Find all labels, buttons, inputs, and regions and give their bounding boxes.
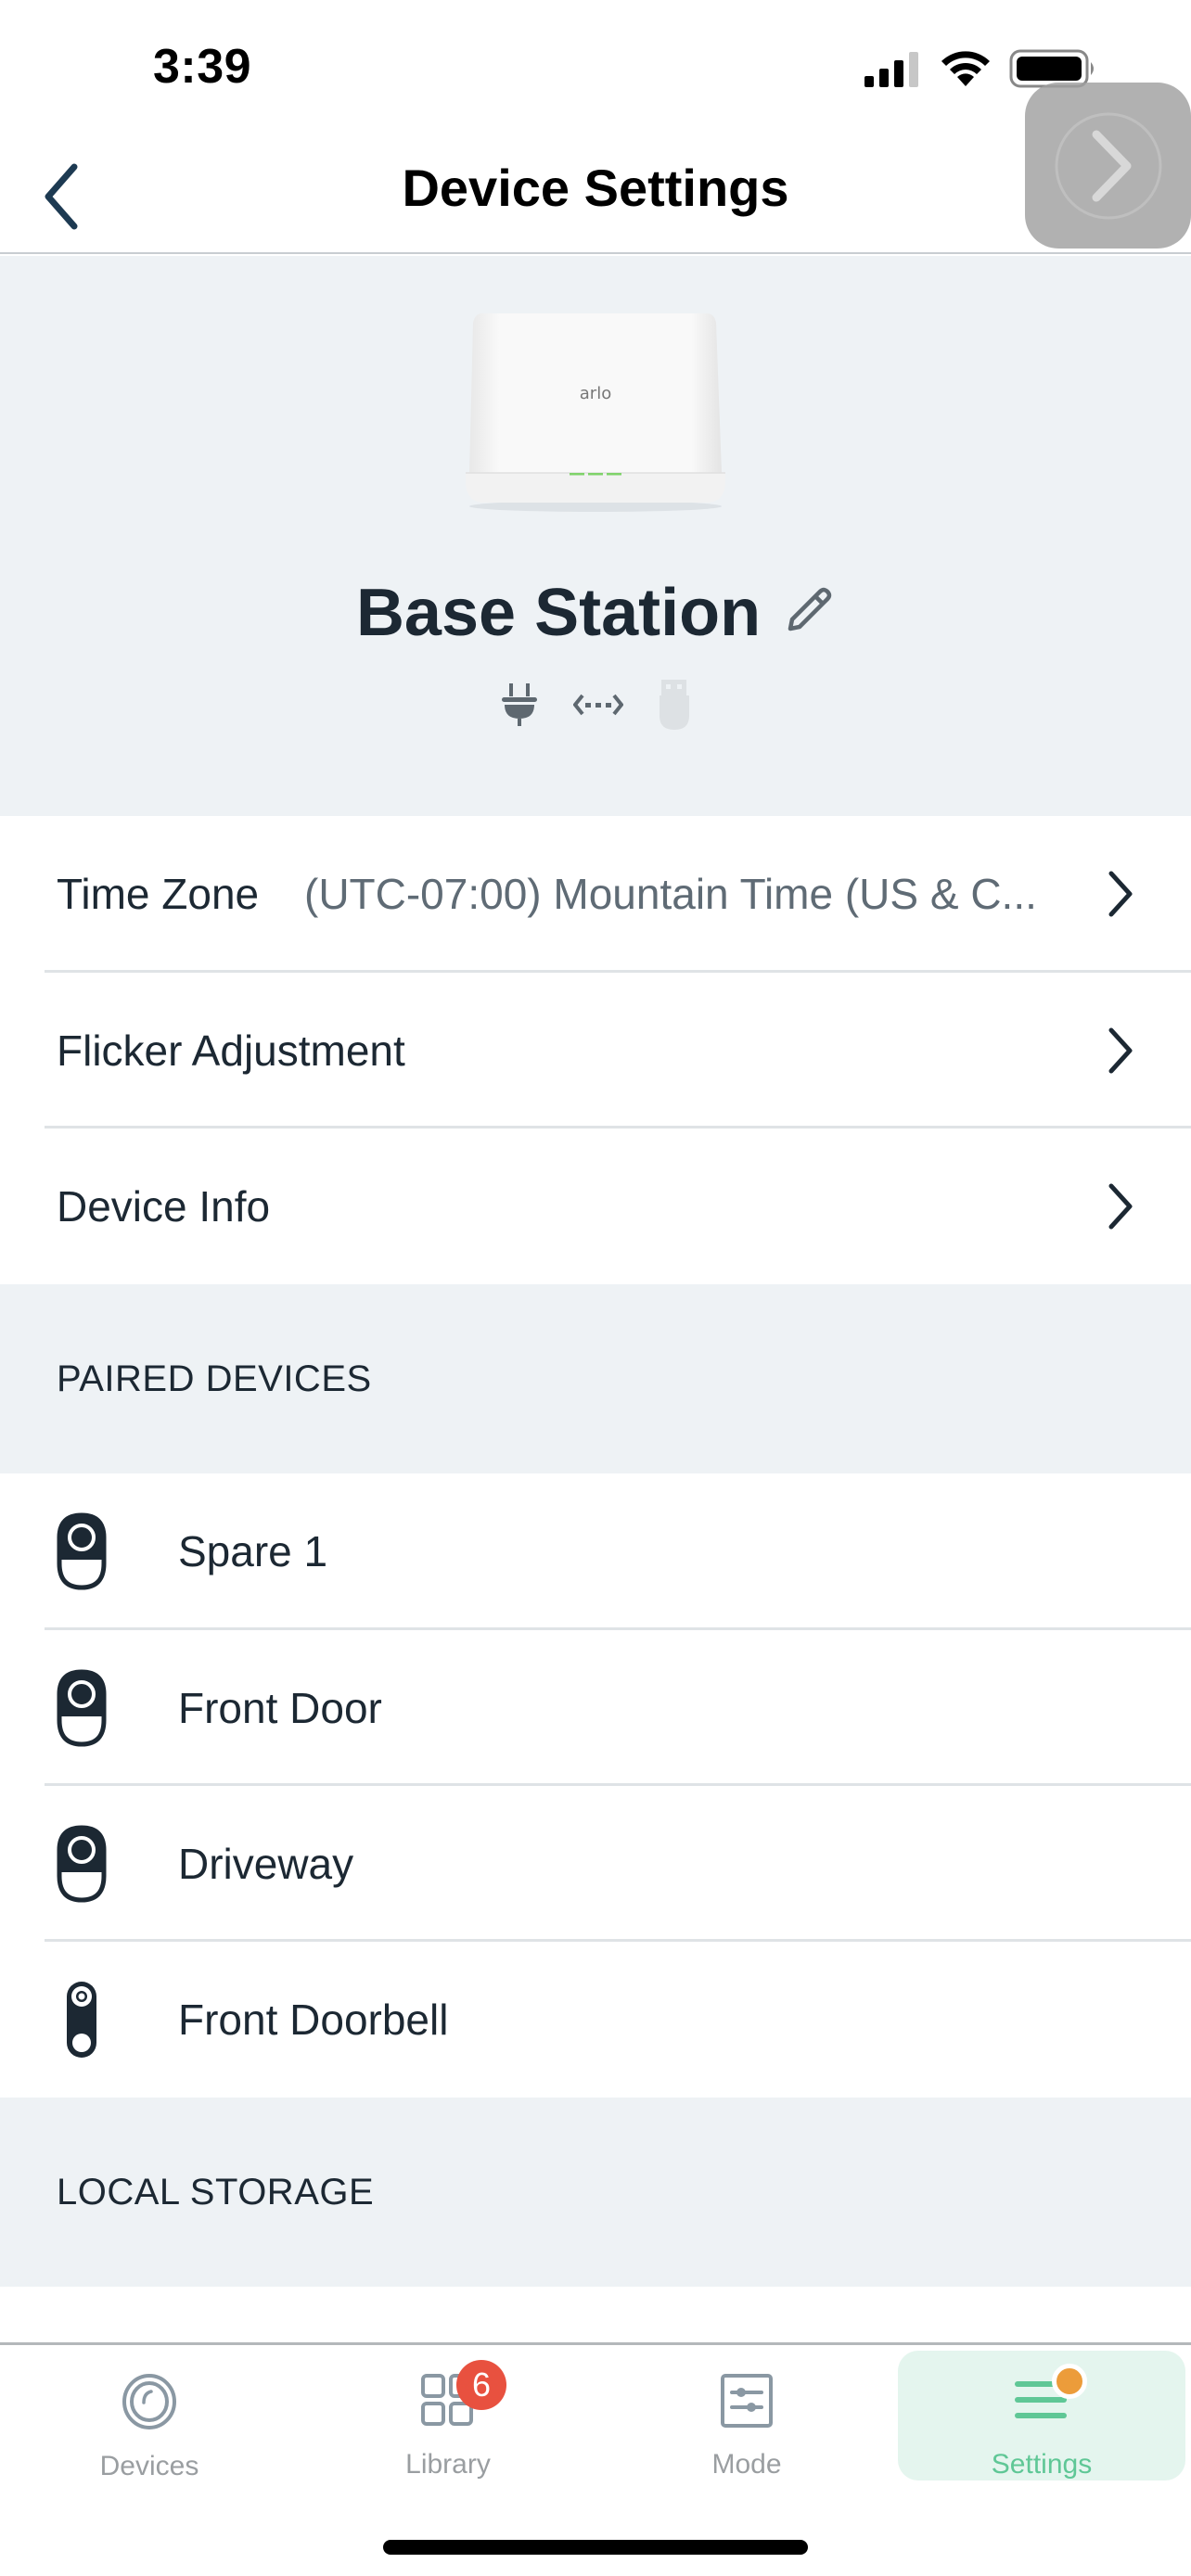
paired-device-row[interactable]: Front Doorbell [0, 1942, 1191, 2098]
home-indicator [383, 2540, 808, 2555]
flicker-adjustment-row[interactable]: Flicker Adjustment [0, 973, 1191, 1129]
edit-name-button[interactable] [783, 584, 835, 636]
power-plug-icon [502, 683, 537, 726]
wifi-icon [941, 51, 990, 86]
mode-sliders-icon [721, 2374, 773, 2428]
camera-icon [57, 1669, 107, 1747]
tab-mode-label: Mode [711, 2449, 782, 2480]
status-bar: 3:39 [0, 0, 1191, 139]
paired-device-row[interactable]: Front Door [0, 1630, 1191, 1786]
tab-devices-label: Devices [99, 2451, 199, 2481]
tab-settings[interactable]: Settings [898, 2351, 1185, 2480]
tab-library[interactable]: 6 Library [299, 2351, 597, 2480]
nav-header: Device Settings [0, 139, 1191, 254]
chevron-right-icon [1108, 871, 1133, 917]
chevron-right-icon [1108, 1183, 1133, 1230]
page-title: Device Settings [402, 159, 789, 217]
time-zone-value: (UTC-07:00) Mountain Time (US & C... [304, 870, 1037, 918]
time-zone-label: Time Zone [57, 870, 260, 918]
time-zone-row[interactable]: Time Zone (UTC-07:00) Mountain Time (US … [0, 816, 1191, 972]
assistive-touch-button[interactable] [1025, 83, 1191, 249]
connection-status-icons [0, 679, 1191, 731]
local-storage-section-header: LOCAL STORAGE [0, 2098, 1191, 2287]
doorbell-icon [67, 1982, 96, 2058]
local-storage-heading: LOCAL STORAGE [57, 2172, 375, 2213]
usb-drive-icon [660, 680, 689, 730]
paired-device-row[interactable]: Driveway [0, 1786, 1191, 1942]
tab-settings-label: Settings [991, 2449, 1093, 2480]
camera-icon [57, 1825, 107, 1903]
devices-icon [122, 2374, 176, 2429]
tab-library-label: Library [405, 2449, 491, 2480]
library-badge: 6 [456, 2360, 506, 2410]
paired-device-row[interactable]: Spare 1 [0, 1473, 1191, 1629]
device-info-row[interactable]: Device Info [0, 1129, 1191, 1284]
pencil-icon [788, 587, 832, 631]
chevron-right-circle-icon [1055, 112, 1161, 219]
status-time: 3:39 [153, 40, 252, 94]
device-name-row: Base Station [0, 575, 1191, 651]
arlo-logo-text: arlo [580, 384, 611, 403]
tab-mode[interactable]: Mode [597, 2351, 896, 2480]
device-info-label: Device Info [57, 1182, 271, 1231]
paired-device-name: Spare 1 [178, 1527, 328, 1575]
paired-device-name: Front Doorbell [178, 1996, 449, 2044]
device-hero: arlo Base Station [0, 256, 1191, 816]
base-station-image: arlo [466, 313, 725, 512]
chevron-right-icon [1108, 1027, 1133, 1074]
cellular-signal-icon [864, 52, 918, 87]
paired-device-name: Front Door [178, 1684, 382, 1732]
paired-device-name: Driveway [178, 1840, 354, 1888]
camera-icon [57, 1512, 107, 1590]
ethernet-arrows-icon [573, 694, 623, 716]
flicker-adjustment-label: Flicker Adjustment [57, 1027, 405, 1075]
paired-devices-heading: PAIRED DEVICES [57, 1358, 372, 1399]
tab-devices[interactable]: Devices [0, 2351, 299, 2481]
settings-notification-dot [1052, 2364, 1087, 2399]
paired-devices-section-header: PAIRED DEVICES [0, 1284, 1191, 1473]
device-name: Base Station [355, 576, 762, 650]
